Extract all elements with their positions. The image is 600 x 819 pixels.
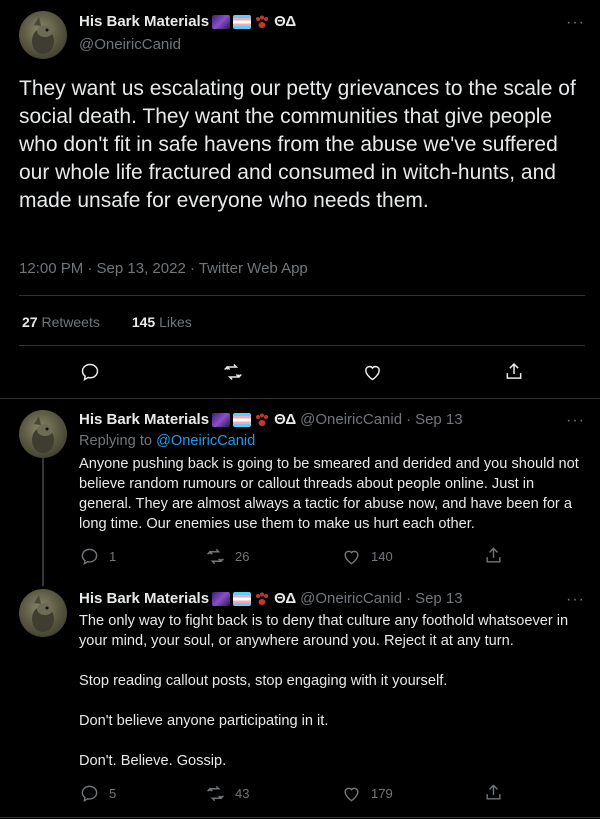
author-name-row: His Bark Materials ΘΔ [79,13,296,30]
like-button[interactable] [362,362,383,387]
tweet-text: They want us escalating our petty grieva… [19,77,576,212]
likes-stat[interactable]: 145 Likes [132,314,192,330]
engagement-stats: 27 Retweets 145 Likes [22,314,192,330]
avatar-image [32,17,54,54]
galaxy-flag-icon [212,14,231,29]
paw-print-icon [254,592,270,606]
share-button[interactable] [484,546,503,565]
reply-header: His Bark Materials ΘΔ @OneiricCanid · Se… [79,590,463,607]
retweet-count: 43 [235,786,250,801]
trans-flag-icon [233,412,252,427]
reply-icon [81,785,98,803]
replying-to: Replying to @OneiricCanid [79,433,255,449]
separator: · [406,411,412,428]
avatar[interactable] [19,410,67,458]
author-handle[interactable]: @OneiricCanid [300,590,402,607]
retweet-button[interactable]: 26 [206,547,249,566]
reply-paragraph: Stop reading callout posts, stop engagin… [79,673,448,689]
heart-icon [344,550,359,565]
avatar[interactable] [19,11,67,59]
reply-paragraph: Don't believe anyone participating in it… [79,713,329,729]
trans-flag-icon [233,591,252,606]
like-count: 179 [371,786,393,801]
trans-flag-icon [233,14,252,29]
reply-button[interactable] [80,362,100,387]
reply-button[interactable]: 1 [80,547,116,566]
heart-icon [344,787,359,802]
theta-delta-symbol: ΘΔ [274,13,297,30]
retweets-label: Retweets [41,314,100,330]
reply-paragraph: The only way to fight back is to deny th… [79,613,569,649]
more-options-icon[interactable]: ··· [566,591,585,609]
share-icon [486,784,501,800]
more-options-icon[interactable]: ··· [566,412,585,430]
retweet-icon [207,548,224,565]
reply-count: 5 [109,786,117,801]
share-button[interactable] [484,783,503,802]
tweet-timestamp[interactable]: 12:00 PM · Sep 13, 2022 · Twitter Web Ap… [19,260,308,277]
like-count: 140 [371,549,393,564]
theta-delta-symbol: ΘΔ [274,411,297,428]
reply-header: His Bark Materials ΘΔ @OneiricCanid · Se… [79,411,463,428]
retweet-icon [224,363,242,381]
galaxy-flag-icon [212,412,231,427]
reply-count: 1 [109,549,117,564]
author-handle[interactable]: @OneiricCanid [300,411,402,428]
retweet-icon [207,785,224,802]
avatar[interactable] [19,589,67,637]
reply-text: The only way to fight back is to deny th… [79,611,589,771]
reply-date[interactable]: Sep 13 [415,411,463,428]
share-icon [486,547,501,563]
theta-delta-symbol: ΘΔ [274,590,297,607]
more-options-icon[interactable]: ··· [566,14,585,32]
divider [0,398,600,399]
reply-button[interactable]: 5 [80,784,116,803]
replying-to-handle[interactable]: @OneiricCanid [156,433,255,449]
author-handle[interactable]: @OneiricCanid [79,36,181,53]
retweet-button[interactable]: 43 [206,784,249,803]
avatar-image [32,416,54,453]
reply-date[interactable]: Sep 13 [415,590,463,607]
retweets-count: 27 [22,314,38,330]
reply-icon [81,548,98,566]
likes-count: 145 [131,314,156,330]
share-button[interactable] [504,361,524,387]
divider [0,817,600,818]
thread-line [42,458,44,586]
reply-paragraph: Don't. Believe. Gossip. [79,753,227,769]
paw-print-icon [254,413,270,427]
divider [19,295,585,296]
display-name[interactable]: His Bark Materials [79,590,209,607]
galaxy-flag-icon [212,591,231,606]
like-button[interactable]: 140 [342,547,393,566]
share-icon [506,362,522,379]
retweet-button[interactable] [222,362,244,387]
likes-label: Likes [159,314,192,330]
retweets-stat[interactable]: 27 Retweets [22,314,100,330]
like-button[interactable]: 179 [342,784,393,803]
display-name[interactable]: His Bark Materials [79,13,209,30]
avatar-image [32,595,54,632]
reply-text: Anyone pushing back is going to be smear… [79,456,579,532]
reply-icon [81,363,99,381]
retweet-count: 26 [235,549,250,564]
replying-to-label: Replying to [79,433,157,449]
separator: · [406,590,412,607]
display-name[interactable]: His Bark Materials [79,411,209,428]
paw-print-icon [254,15,270,29]
divider [19,345,585,346]
heart-icon [365,365,380,381]
